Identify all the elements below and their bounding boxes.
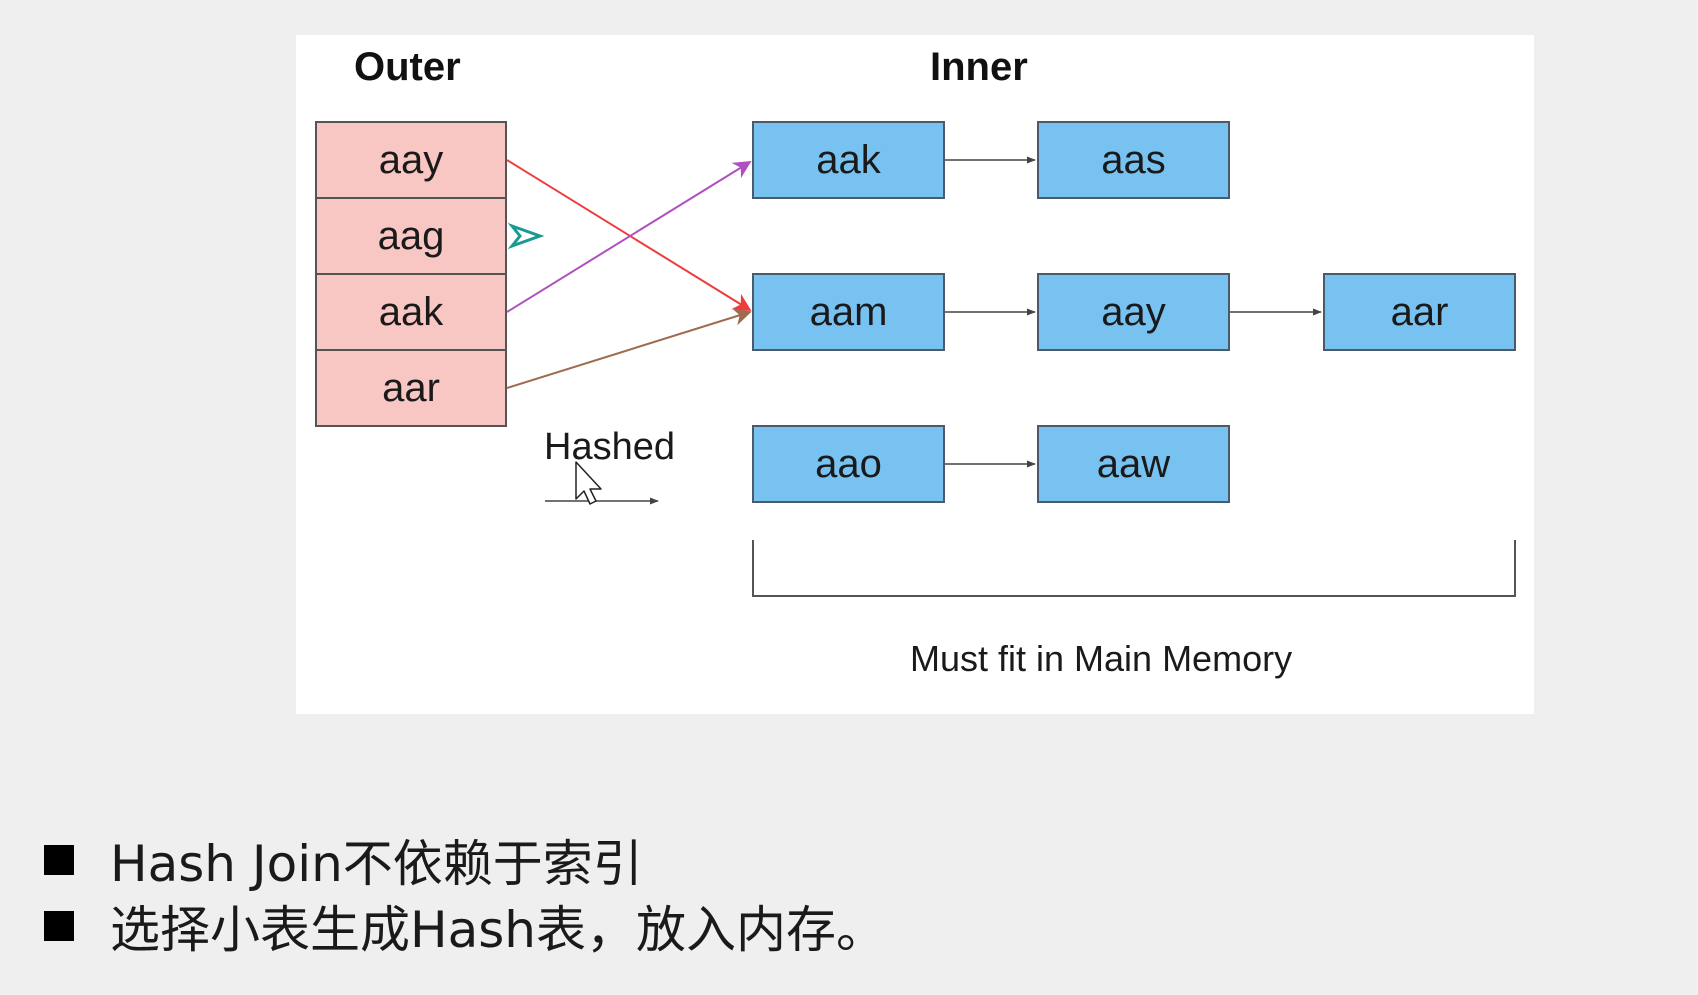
memory-bracket bbox=[752, 540, 1516, 597]
bullet-marker bbox=[44, 911, 74, 941]
bullet-item: Hash Join不依赖于索引 bbox=[44, 828, 886, 893]
bullet-list: Hash Join不依赖于索引 选择小表生成Hash表，放入内存。 bbox=[44, 828, 886, 960]
bullet-marker bbox=[44, 845, 74, 875]
bullet-item: 选择小表生成Hash表，放入内存。 bbox=[44, 894, 886, 959]
arrow-aag-stub bbox=[507, 222, 545, 250]
bullet-text: 选择小表生成Hash表，放入内存。 bbox=[110, 901, 886, 959]
arrow-aar-to-bucket-1 bbox=[506, 308, 752, 389]
bullet-text: Hash Join不依赖于索引 bbox=[110, 835, 643, 893]
memory-label: Must fit in Main Memory bbox=[910, 638, 1293, 679]
hashed-label: Hashed bbox=[544, 426, 675, 468]
arrow-aay-to-bucket-1 bbox=[506, 159, 752, 311]
arrow-aak-to-bucket-0 bbox=[506, 161, 752, 313]
